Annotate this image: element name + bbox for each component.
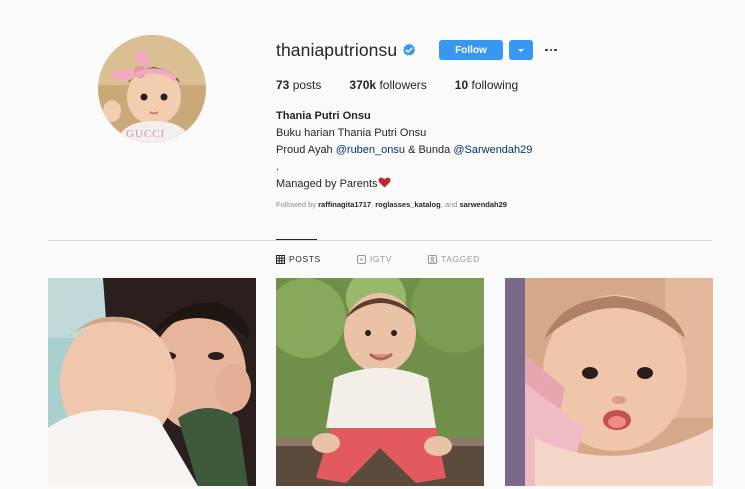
tab-label: TAGGED xyxy=(441,254,480,264)
full-name: Thania Putri Onsu xyxy=(276,110,371,122)
bio-text: Managed by Parents xyxy=(276,178,378,190)
following-link[interactable]: 10 following xyxy=(455,78,518,92)
follow-button[interactable]: Follow xyxy=(439,40,503,60)
posts-count-value: 73 xyxy=(276,78,290,92)
mention-link[interactable]: @Sarwendah29 xyxy=(453,144,532,156)
ellipsis-icon xyxy=(545,48,548,52)
follower-name: sarwendah29 xyxy=(459,200,507,209)
post-thumbnail-1[interactable] xyxy=(48,278,256,486)
following-count-value: 10 xyxy=(454,78,469,92)
bio-line-managed: Managed by Parents xyxy=(276,176,656,193)
username: thaniaputrionsu xyxy=(276,39,398,60)
post-thumbnail-3[interactable] xyxy=(505,278,713,486)
followers-count-value: 370k xyxy=(349,78,377,92)
profile-stats: 73 posts 370k followers 10 following xyxy=(276,78,546,92)
caret-down-icon xyxy=(518,48,524,52)
post-photo xyxy=(48,278,256,486)
tab-label: IGTV xyxy=(369,254,393,264)
profile-tabs: POSTS IGTV TAGGED xyxy=(276,254,516,264)
posts-count: 73 posts xyxy=(276,78,321,92)
mention-link[interactable]: @ruben_onsu xyxy=(336,144,405,156)
grid-icon xyxy=(276,254,285,264)
following-count-label: following xyxy=(471,78,519,92)
followers-count-label: followers xyxy=(379,78,427,92)
bio-dot: . xyxy=(276,161,280,173)
followed-by-prefix: Followed by xyxy=(276,200,319,209)
follower-name: roglasses_katalog xyxy=(375,200,441,209)
tagged-icon xyxy=(428,254,438,264)
tab-igtv[interactable]: IGTV xyxy=(356,254,393,264)
bio-text: & Bunda xyxy=(405,144,454,156)
separator: , and xyxy=(440,200,460,209)
tab-tagged[interactable]: TAGGED xyxy=(428,254,480,264)
follower-name: raffinagita1717 xyxy=(318,200,372,209)
bio-line: Buku harian Thania Putri Onsu xyxy=(276,127,427,139)
post-photo xyxy=(276,278,484,486)
more-options-button[interactable] xyxy=(544,40,558,60)
post-photo xyxy=(505,278,713,486)
heart-icon xyxy=(377,177,391,188)
followed-by[interactable]: Followed by raffinagita1717, roglasses_k… xyxy=(276,200,507,209)
posts-count-label: posts xyxy=(292,78,322,92)
tab-label: POSTS xyxy=(289,254,321,264)
profile-bio: Thania Putri Onsu Buku harian Thania Put… xyxy=(276,108,656,193)
post-grid xyxy=(48,278,716,489)
igtv-icon xyxy=(356,254,366,264)
bio-text: Proud Ayah xyxy=(276,144,336,156)
profile-header: thaniaputrionsu xyxy=(276,38,416,62)
followers-link[interactable]: 370k followers xyxy=(349,78,426,92)
post-thumbnail-2[interactable] xyxy=(276,278,484,486)
bio-line-mentions: Proud Ayah @ruben_onsu & Bunda @Sarwenda… xyxy=(276,142,656,159)
active-tab-indicator xyxy=(276,239,317,240)
suggestions-dropdown-button[interactable] xyxy=(509,40,533,60)
tab-posts[interactable]: POSTS xyxy=(276,254,321,264)
verified-badge-icon xyxy=(402,43,416,57)
avatar-photo: GUCCI xyxy=(98,35,206,143)
svg-text:GUCCI: GUCCI xyxy=(126,128,165,140)
profile-avatar[interactable]: GUCCI xyxy=(98,35,206,143)
tabs-divider xyxy=(48,240,712,241)
